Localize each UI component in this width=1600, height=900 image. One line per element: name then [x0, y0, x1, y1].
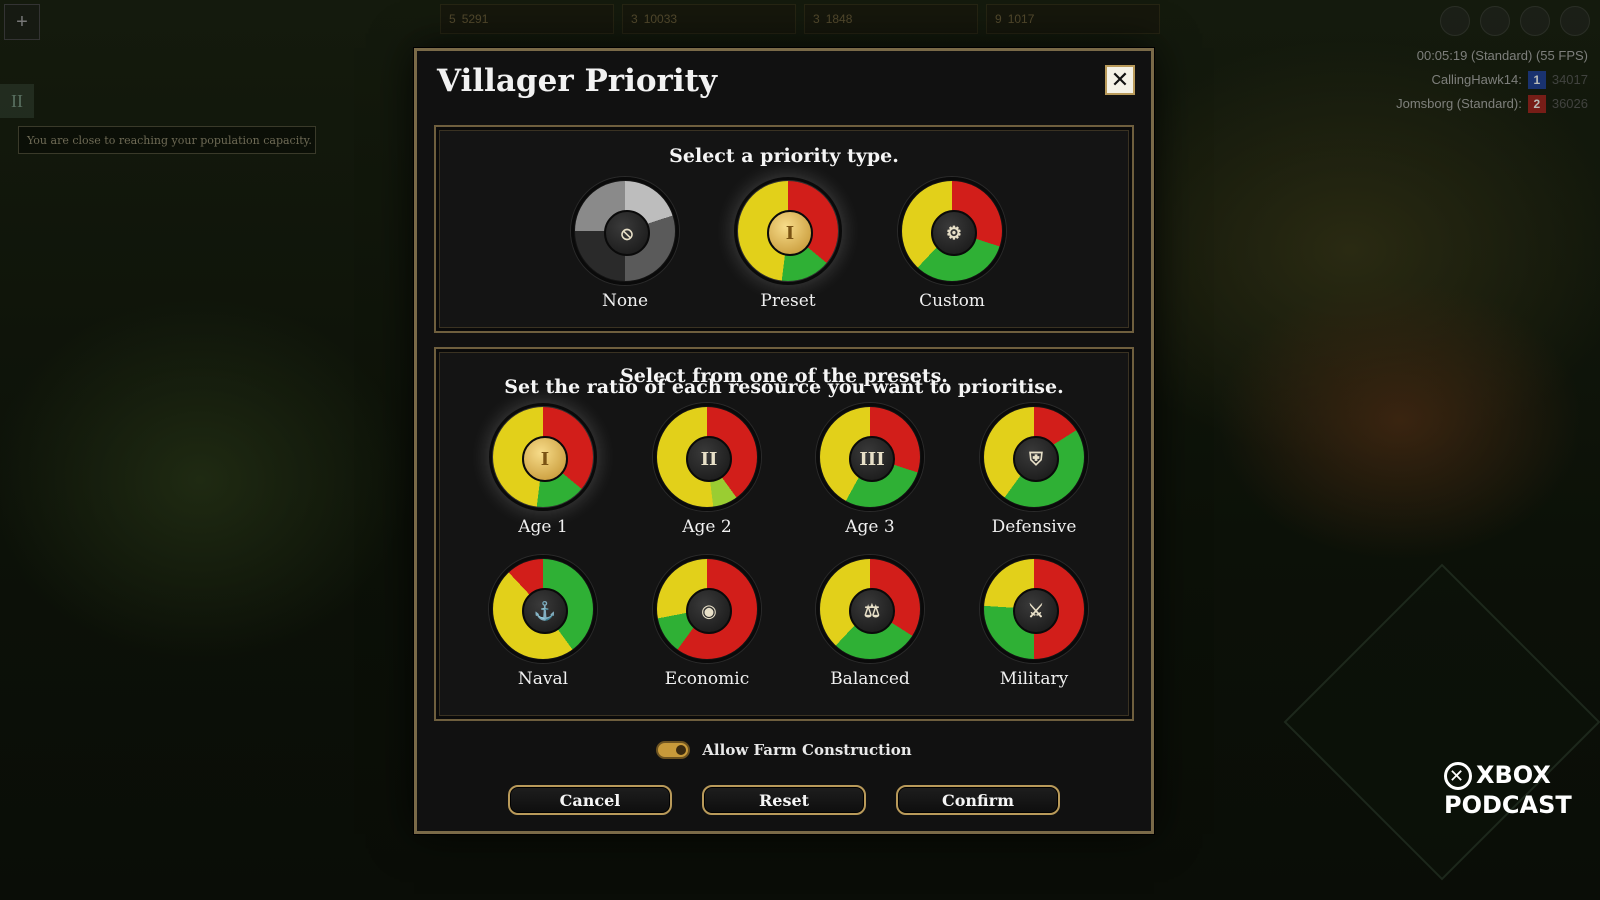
priority-ring[interactable]: ⛨ — [980, 403, 1088, 511]
farm-construction-toggle[interactable] — [656, 741, 691, 759]
gold-resource: 3 1848 — [804, 4, 978, 34]
option-none[interactable]: ⦸ None — [565, 177, 685, 311]
none-icon: ⦸ — [604, 210, 650, 256]
confirm-button[interactable]: Confirm — [896, 785, 1060, 815]
player-row: Jomsborg (Standard): 2 36026 — [1396, 92, 1588, 116]
close-button[interactable]: ✕ — [1105, 65, 1135, 95]
stone-resource: 9 1017 — [986, 4, 1160, 34]
population-notice: You are close to reaching your populatio… — [18, 126, 316, 154]
villager-priority-dialog: Villager Priority ✕ Select a priority ty… — [414, 48, 1154, 834]
gear-icon: ⚙ — [931, 210, 977, 256]
option-label: Economic — [664, 669, 750, 689]
priority-ring[interactable]: ⚔ — [980, 555, 1088, 663]
option-balanced[interactable]: ⚖ Balanced — [810, 555, 930, 689]
priority-ring[interactable]: ⦸ — [571, 177, 679, 285]
option-naval[interactable]: ⚓ Naval — [483, 555, 603, 689]
minimap[interactable] — [1283, 563, 1600, 881]
add-button[interactable]: + — [4, 4, 40, 40]
roman-numeral-one-icon: I — [522, 436, 568, 482]
option-preset[interactable]: I Preset — [728, 177, 848, 311]
team-badge: 1 — [1527, 71, 1546, 89]
resource-bar: 5 5291 3 10033 3 1848 9 1017 — [440, 4, 1160, 34]
option-label: Age 1 — [518, 517, 568, 537]
close-icon: ✕ — [1110, 67, 1130, 93]
option-label: Balanced — [830, 669, 910, 689]
priority-ring[interactable]: ⚖ — [816, 555, 924, 663]
menu-icons — [1440, 6, 1590, 36]
presets-panel: Select from one of the presets. Set the … — [434, 347, 1134, 721]
dialog-buttons: Cancel Reset Confirm — [417, 785, 1151, 815]
farm-construction-label: Allow Farm Construction — [702, 741, 912, 759]
dialog-title: Villager Priority — [437, 63, 717, 99]
settings-icon[interactable] — [1560, 6, 1590, 36]
shield-icon: ⛨ — [1013, 436, 1059, 482]
option-label: Custom — [919, 291, 985, 311]
wood-resource: 3 10033 — [622, 4, 796, 34]
pause-icon[interactable] — [1440, 6, 1470, 36]
priority-type-panel: Select a priority type. ⦸ None I Preset ⚙ Cus… — [434, 125, 1134, 333]
scales-icon: ⚖ — [849, 588, 895, 634]
presets-subheading: Set the ratio of each resource you want … — [504, 376, 1064, 398]
option-label: None — [601, 291, 649, 311]
priority-ring[interactable]: I — [734, 177, 842, 285]
priority-type-heading: Select a priority type. — [669, 145, 899, 167]
roman-numeral-three-icon: III — [849, 436, 895, 482]
option-label: Preset — [760, 291, 816, 311]
player-score: 34017 — [1551, 72, 1588, 87]
option-age-3[interactable]: III Age 3 — [810, 403, 930, 537]
cancel-button[interactable]: Cancel — [508, 785, 672, 815]
anchor-icon: ⚓ — [522, 588, 568, 634]
priority-ring[interactable]: ◉ — [653, 555, 761, 663]
game-timer: 00:05:19 (Standard) (55 FPS) — [1416, 48, 1588, 63]
player-scoreboard: 00:05:19 (Standard) (55 FPS) CallingHawk… — [1396, 44, 1588, 116]
option-label: Age 2 — [682, 517, 732, 537]
option-label: Age 3 — [845, 517, 895, 537]
team-badge: 2 — [1527, 95, 1546, 113]
sword-icon: ⚔ — [1013, 588, 1059, 634]
farm-construction-row: Allow Farm Construction — [417, 741, 1151, 759]
player-row: CallingHawk14: 1 34017 — [1396, 68, 1588, 92]
player-score: 36026 — [1551, 96, 1588, 111]
pause-tab[interactable]: II — [0, 84, 34, 118]
option-label: Defensive — [991, 517, 1077, 537]
option-economic[interactable]: ◉ Economic — [647, 555, 767, 689]
coins-icon: ◉ — [686, 588, 732, 634]
xbox-logo-icon — [1444, 762, 1472, 792]
reset-button[interactable]: Reset — [702, 785, 866, 815]
option-military[interactable]: ⚔ Military — [974, 555, 1094, 689]
priority-ring[interactable]: I — [489, 403, 597, 511]
xbox-podcast-watermark: XBOX PODCAST — [1444, 760, 1572, 820]
objectives-icon[interactable] — [1480, 6, 1510, 36]
option-age-2[interactable]: II Age 2 — [647, 403, 767, 537]
option-custom[interactable]: ⚙ Custom — [892, 177, 1012, 311]
priority-ring[interactable]: ⚙ — [898, 177, 1006, 285]
roman-numeral-two-icon: II — [686, 436, 732, 482]
priority-ring[interactable]: II — [653, 403, 761, 511]
roman-numeral-one-icon: I — [767, 210, 813, 256]
option-label: Military — [999, 669, 1069, 689]
option-age-1[interactable]: I Age 1 — [483, 403, 603, 537]
option-defensive[interactable]: ⛨ Defensive — [974, 403, 1094, 537]
priority-ring[interactable]: ⚓ — [489, 555, 597, 663]
food-resource: 5 5291 — [440, 4, 614, 34]
diplomacy-icon[interactable] — [1520, 6, 1550, 36]
priority-ring[interactable]: III — [816, 403, 924, 511]
option-label: Naval — [517, 669, 569, 689]
